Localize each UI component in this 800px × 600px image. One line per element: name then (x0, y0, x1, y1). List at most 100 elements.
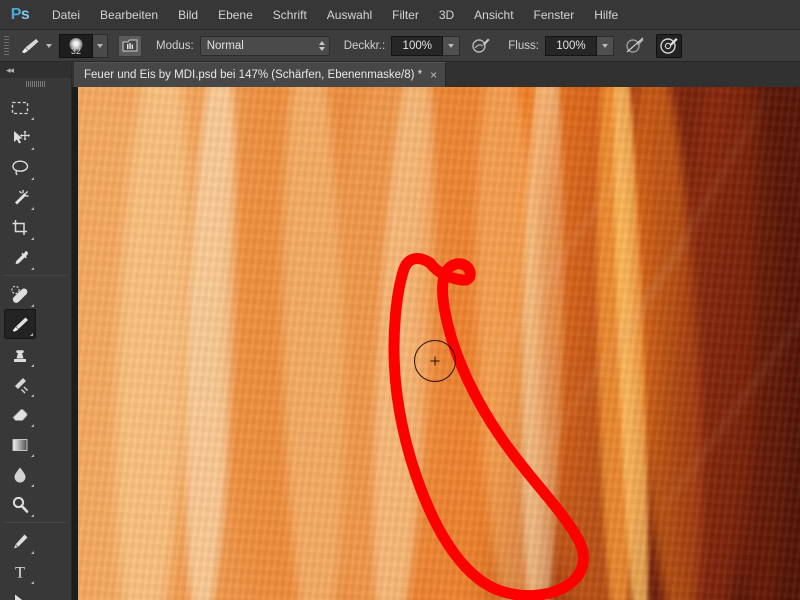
collapse-panel-icon[interactable]: ◂◂ (6, 65, 14, 76)
brush-icon (12, 317, 28, 332)
opacity-label: Deckkr.: (343, 39, 386, 52)
tool-flyout-indicator[interactable] (31, 454, 34, 457)
tool-lasso-tool[interactable] (4, 152, 36, 182)
opacity-dropdown-arrow[interactable] (443, 35, 461, 56)
tool-dodge-tool[interactable] (4, 489, 36, 519)
blend-mode-stepper-icon (318, 40, 325, 51)
tool-eyedropper-tool[interactable] (4, 242, 36, 272)
move-icon (14, 130, 30, 143)
tool-type-tool[interactable]: T (4, 556, 36, 586)
tool-flyout-indicator[interactable] (31, 147, 34, 150)
brush-cursor (414, 340, 456, 382)
brush-preset-dropdown-arrow[interactable] (93, 33, 108, 58)
tools-panel-grip[interactable] (0, 78, 71, 90)
tool-clone-stamp-tool[interactable] (4, 339, 36, 369)
menu-item-hilfe[interactable]: Hilfe (585, 5, 627, 25)
tool-flyout-indicator[interactable] (31, 514, 34, 517)
tools-panel: ◂◂ T ⇄ (0, 62, 72, 600)
tool-flyout-indicator[interactable] (31, 304, 34, 307)
tool-flyout-indicator[interactable] (31, 581, 34, 584)
opacity-control[interactable]: 100% (391, 35, 461, 56)
airbrush-toggle-button[interactable] (655, 33, 682, 58)
menu-item-auswahl[interactable]: Auswahl (318, 5, 381, 25)
tool-flyout-indicator[interactable] (31, 424, 34, 427)
menu-item-ansicht[interactable]: Ansicht (465, 5, 522, 25)
document-tab[interactable]: Feuer und Eis by MDI.psd bei 147% (Schär… (74, 62, 447, 87)
tool-path-selection-tool[interactable] (4, 586, 36, 600)
tool-grid: T (0, 90, 71, 600)
tool-move-tool[interactable] (4, 122, 36, 152)
mode-label: Modus: (156, 39, 194, 52)
eyedropper-icon (15, 250, 28, 264)
tool-pen-tool[interactable] (4, 526, 36, 556)
brush-size-value: 32 (70, 45, 81, 56)
document-canvas[interactable] (78, 87, 800, 600)
path-selection-icon (15, 594, 23, 600)
lasso-icon (12, 159, 29, 175)
tool-flyout-indicator[interactable] (31, 117, 34, 120)
tool-flyout-indicator[interactable] (31, 237, 34, 240)
type-icon: T (15, 564, 25, 581)
photoshop-window: Ps Datei Bearbeiten Bild Ebene Schrift Auswah… (0, 0, 800, 600)
document-tab-bar: Feuer und Eis by MDI.psd bei 147% (Schär… (72, 62, 800, 87)
tool-brush-tool[interactable] (4, 309, 36, 339)
pressure-controls-opacity-icon[interactable] (468, 34, 494, 58)
flow-dropdown-arrow[interactable] (596, 35, 614, 56)
tool-separator (4, 275, 67, 276)
magic-wand-icon (15, 189, 29, 204)
menu-item-fenster[interactable]: Fenster (525, 5, 584, 25)
toggle-brush-panel-button[interactable] (118, 34, 142, 57)
menu-item-ebene[interactable]: Ebene (209, 5, 262, 25)
tool-magic-wand-tool[interactable] (4, 182, 36, 212)
photoshop-logo-icon: Ps (10, 5, 30, 23)
tool-separator (4, 522, 67, 523)
tool-gradient-tool[interactable] (4, 429, 36, 459)
document-tab-title: Feuer und Eis by MDI.psd bei 147% (Schär… (84, 69, 423, 81)
flow-label: Fluss: (508, 39, 539, 52)
tools-panel-header: ◂◂ (0, 62, 71, 78)
brush-tool-flyout-arrow[interactable] (43, 43, 59, 48)
clone-stamp-icon (14, 349, 26, 362)
tool-flyout-indicator[interactable] (31, 177, 34, 180)
eraser-icon (12, 408, 28, 421)
tool-eraser-tool[interactable] (4, 399, 36, 429)
tool-options-bar: 32 Modus: Normal Deckkr.: 100% Fluss: 10… (0, 30, 800, 62)
close-icon[interactable]: × (430, 69, 437, 81)
pressure-controls-size-icon[interactable] (622, 34, 648, 58)
tool-history-brush-tool[interactable] (4, 369, 36, 399)
crop-icon (12, 219, 27, 235)
menu-item-3d[interactable]: 3D (430, 5, 463, 25)
blend-mode-value: Normal (206, 39, 244, 52)
tool-spot-healing-brush-tool[interactable] (4, 279, 36, 309)
tool-flyout-indicator[interactable] (31, 267, 34, 270)
spot-healing-brush-icon (11, 285, 28, 303)
menu-item-filter[interactable]: Filter (383, 5, 428, 25)
svg-text:T: T (15, 564, 25, 581)
pen-icon (14, 534, 28, 548)
blur-icon (14, 467, 26, 482)
options-bar-grip[interactable] (3, 35, 11, 56)
tool-blur-tool[interactable] (4, 459, 36, 489)
tool-flyout-indicator[interactable] (31, 394, 34, 397)
flow-control[interactable]: 100% (544, 35, 614, 56)
rectangular-marquee-icon (11, 101, 29, 114)
menu-item-datei[interactable]: Datei (43, 5, 89, 25)
canvas-area[interactable] (72, 87, 800, 600)
flow-value[interactable]: 100% (544, 35, 597, 56)
tool-flyout-indicator[interactable] (30, 333, 33, 336)
menu-item-bearbeiten[interactable]: Bearbeiten (91, 5, 167, 25)
blend-mode-select[interactable]: Normal (199, 35, 330, 56)
menu-item-bild[interactable]: Bild (169, 5, 207, 25)
opacity-value[interactable]: 100% (391, 35, 444, 56)
tool-flyout-indicator[interactable] (31, 364, 34, 367)
tool-flyout-indicator[interactable] (31, 484, 34, 487)
tool-rectangular-marquee-tool[interactable] (4, 92, 36, 122)
active-tool-brush-icon[interactable] (17, 34, 43, 58)
tool-flyout-indicator[interactable] (31, 207, 34, 210)
gradient-icon (12, 438, 28, 451)
menu-item-schrift[interactable]: Schrift (264, 5, 316, 25)
history-brush-icon (15, 377, 28, 393)
tool-crop-tool[interactable] (4, 212, 36, 242)
brush-preset-picker[interactable]: 32 (59, 33, 93, 58)
tool-flyout-indicator[interactable] (31, 551, 34, 554)
